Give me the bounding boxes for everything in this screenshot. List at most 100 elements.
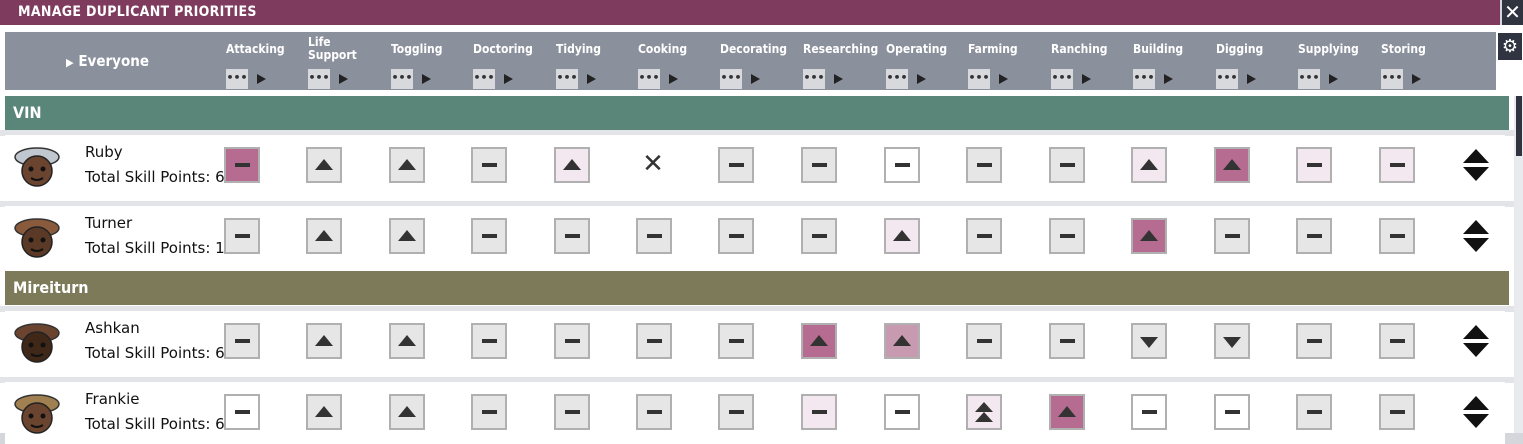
- play-icon[interactable]: [587, 74, 596, 84]
- priority-button-storing[interactable]: [1379, 218, 1415, 254]
- priority-button-life-support[interactable]: [306, 147, 342, 183]
- priority-button-toggling[interactable]: [389, 147, 425, 183]
- priority-button-doctoring[interactable]: [471, 218, 507, 254]
- priority-button-farming[interactable]: [966, 147, 1002, 183]
- priority-button-attacking[interactable]: [224, 394, 260, 430]
- priority-button-operating[interactable]: [884, 218, 920, 254]
- priority-button-digging[interactable]: [1214, 218, 1250, 254]
- duplicant-avatar[interactable]: [10, 139, 64, 193]
- reorder-arrows-icon[interactable]: [1463, 220, 1489, 254]
- priority-button-cooking[interactable]: [636, 218, 672, 254]
- priority-button-tidying[interactable]: [554, 147, 590, 183]
- column-options-button[interactable]: •••: [1216, 69, 1238, 89]
- play-icon[interactable]: [339, 74, 348, 84]
- priority-button-storing[interactable]: [1379, 147, 1415, 183]
- arrow-up-icon[interactable]: [1463, 220, 1489, 234]
- priority-button-life-support[interactable]: [306, 323, 342, 359]
- priority-button-building[interactable]: [1131, 218, 1167, 254]
- column-options-button[interactable]: •••: [638, 69, 660, 89]
- priority-button-storing[interactable]: [1379, 394, 1415, 430]
- priority-button-supplying[interactable]: [1296, 218, 1332, 254]
- priority-button-operating[interactable]: [884, 323, 920, 359]
- priority-button-digging[interactable]: [1214, 147, 1250, 183]
- column-options-button[interactable]: •••: [226, 69, 248, 89]
- play-icon[interactable]: [1412, 74, 1421, 84]
- priority-button-storing[interactable]: [1379, 323, 1415, 359]
- duplicant-avatar[interactable]: [10, 386, 64, 440]
- column-options-button[interactable]: •••: [720, 69, 742, 89]
- priority-button-attacking[interactable]: [224, 147, 260, 183]
- play-icon[interactable]: [422, 74, 431, 84]
- reorder-arrows-icon[interactable]: [1463, 149, 1489, 183]
- priority-button-ranching[interactable]: [1049, 218, 1085, 254]
- column-options-button[interactable]: •••: [308, 69, 330, 89]
- priority-button-researching[interactable]: [801, 394, 837, 430]
- play-icon[interactable]: [1164, 74, 1173, 84]
- priority-button-digging[interactable]: [1214, 394, 1250, 430]
- priority-button-doctoring[interactable]: [471, 147, 507, 183]
- arrow-up-icon[interactable]: [1463, 149, 1489, 163]
- column-options-button[interactable]: •••: [1298, 69, 1320, 89]
- play-icon[interactable]: [834, 74, 843, 84]
- everyone-toggle[interactable]: ▶ Everyone: [66, 52, 149, 70]
- priority-button-doctoring[interactable]: [471, 394, 507, 430]
- play-icon[interactable]: [1247, 74, 1256, 84]
- priority-button-building[interactable]: [1131, 147, 1167, 183]
- priority-button-toggling[interactable]: [389, 394, 425, 430]
- priority-button-farming[interactable]: [966, 394, 1002, 430]
- priority-button-attacking[interactable]: [224, 218, 260, 254]
- priority-button-tidying[interactable]: [554, 394, 590, 430]
- play-icon[interactable]: [1082, 74, 1091, 84]
- priority-button-tidying[interactable]: [554, 218, 590, 254]
- play-icon[interactable]: [1329, 74, 1338, 84]
- priority-button-building[interactable]: [1131, 394, 1167, 430]
- priority-button-ranching[interactable]: [1049, 394, 1085, 430]
- priority-button-decorating[interactable]: [718, 147, 754, 183]
- priority-button-supplying[interactable]: [1296, 147, 1332, 183]
- reorder-arrows-icon[interactable]: [1463, 396, 1489, 430]
- arrow-down-icon[interactable]: [1463, 167, 1489, 181]
- column-options-button[interactable]: •••: [391, 69, 413, 89]
- arrow-up-icon[interactable]: [1463, 396, 1489, 410]
- priority-button-cooking[interactable]: [636, 394, 672, 430]
- column-options-button[interactable]: •••: [1381, 69, 1403, 89]
- priority-button-digging[interactable]: [1214, 323, 1250, 359]
- column-options-button[interactable]: •••: [803, 69, 825, 89]
- column-options-button[interactable]: •••: [968, 69, 990, 89]
- priority-button-tidying[interactable]: [554, 323, 590, 359]
- priority-button-researching[interactable]: [801, 147, 837, 183]
- priority-button-building[interactable]: [1131, 323, 1167, 359]
- column-options-button[interactable]: •••: [886, 69, 908, 89]
- priority-button-decorating[interactable]: [718, 394, 754, 430]
- scrollbar-thumb[interactable]: [1516, 96, 1522, 156]
- play-icon[interactable]: [669, 74, 678, 84]
- priority-button-researching[interactable]: [801, 218, 837, 254]
- priority-button-supplying[interactable]: [1296, 394, 1332, 430]
- priority-button-life-support[interactable]: [306, 218, 342, 254]
- priority-button-cooking[interactable]: ✕: [636, 147, 672, 183]
- priority-button-decorating[interactable]: [718, 218, 754, 254]
- column-options-button[interactable]: •••: [1051, 69, 1073, 89]
- play-icon[interactable]: [504, 74, 513, 84]
- column-options-button[interactable]: •••: [473, 69, 495, 89]
- priority-button-ranching[interactable]: [1049, 147, 1085, 183]
- gear-icon[interactable]: ⚙: [1498, 33, 1522, 60]
- close-icon[interactable]: ✕: [1502, 0, 1523, 25]
- priority-button-cooking[interactable]: [636, 323, 672, 359]
- priority-button-decorating[interactable]: [718, 323, 754, 359]
- arrow-up-icon[interactable]: [1463, 325, 1489, 339]
- column-options-button[interactable]: •••: [556, 69, 578, 89]
- play-icon[interactable]: [751, 74, 760, 84]
- priority-button-operating[interactable]: [884, 147, 920, 183]
- arrow-down-icon[interactable]: [1463, 343, 1489, 357]
- priority-button-life-support[interactable]: [306, 394, 342, 430]
- duplicant-avatar[interactable]: [10, 210, 64, 264]
- priority-button-ranching[interactable]: [1049, 323, 1085, 359]
- duplicant-avatar[interactable]: [10, 315, 64, 369]
- arrow-down-icon[interactable]: [1463, 414, 1489, 428]
- priority-button-toggling[interactable]: [389, 218, 425, 254]
- play-icon[interactable]: [257, 74, 266, 84]
- priority-button-operating[interactable]: [884, 394, 920, 430]
- arrow-down-icon[interactable]: [1463, 238, 1489, 252]
- play-icon[interactable]: [999, 74, 1008, 84]
